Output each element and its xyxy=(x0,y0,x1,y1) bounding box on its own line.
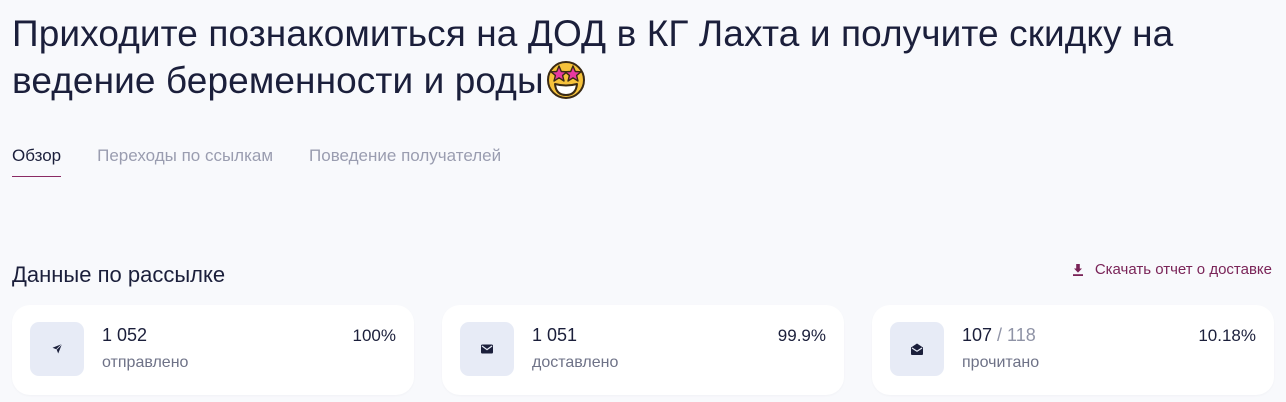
open-envelope-icon xyxy=(911,343,923,355)
download-report-label: Скачать отчет о доставке xyxy=(1094,261,1272,278)
stat-percent: 100% xyxy=(352,326,396,345)
stat-value-number: 1 051 xyxy=(532,325,578,345)
stat-percent: 99.9% xyxy=(777,326,826,345)
stat-percent: 10.18% xyxy=(1198,326,1256,345)
envelope-icon xyxy=(481,344,493,354)
report-page: Приходите познакомиться на ДОД в КГ Лахт… xyxy=(0,0,1286,402)
stat-value: 1 052 xyxy=(102,325,147,346)
stat-value: 1 051 xyxy=(532,325,577,346)
stat-value: 107 / 118 xyxy=(962,325,1036,346)
tab-recipient-behavior[interactable]: Поведение получателей xyxy=(309,146,501,177)
stat-card-delivered: 1 051 доставлено 99.9% xyxy=(442,305,844,395)
send-icon xyxy=(52,343,63,354)
stat-value-number: 107 xyxy=(962,325,993,345)
stat-value-number: 1 052 xyxy=(102,325,148,345)
stat-icon-box xyxy=(460,322,514,376)
star-struck-emoji-icon xyxy=(546,61,585,99)
stat-icon-box xyxy=(30,322,84,376)
stats-cards: 1 052 отправлено 100% 1 051 доставлено 9… xyxy=(12,305,1274,395)
stat-card-read: 107 / 118 прочитано 10.18% xyxy=(872,305,1274,395)
stat-label: доставлено xyxy=(532,354,619,371)
stat-label: отправлено xyxy=(102,354,189,371)
tab-bar: Обзор Переходы по ссылкам Поведение полу… xyxy=(12,146,501,177)
stat-value-total: / 118 xyxy=(992,325,1036,345)
stat-icon-box xyxy=(890,322,944,376)
tab-overview[interactable]: Обзор xyxy=(12,146,62,177)
tab-link-clicks[interactable]: Переходы по ссылкам xyxy=(97,146,273,177)
stat-card-sent: 1 052 отправлено 100% xyxy=(12,305,414,395)
download-report-link[interactable]: Скачать отчет о доставке xyxy=(1071,261,1272,278)
page-title-text: Приходите познакомиться на ДОД в КГ Лахт… xyxy=(12,13,1174,101)
page-title: Приходите познакомиться на ДОД в КГ Лахт… xyxy=(12,10,1272,104)
section-title: Данные по рассылке xyxy=(12,262,226,287)
download-icon xyxy=(1072,263,1083,276)
stat-label: прочитано xyxy=(962,354,1040,371)
